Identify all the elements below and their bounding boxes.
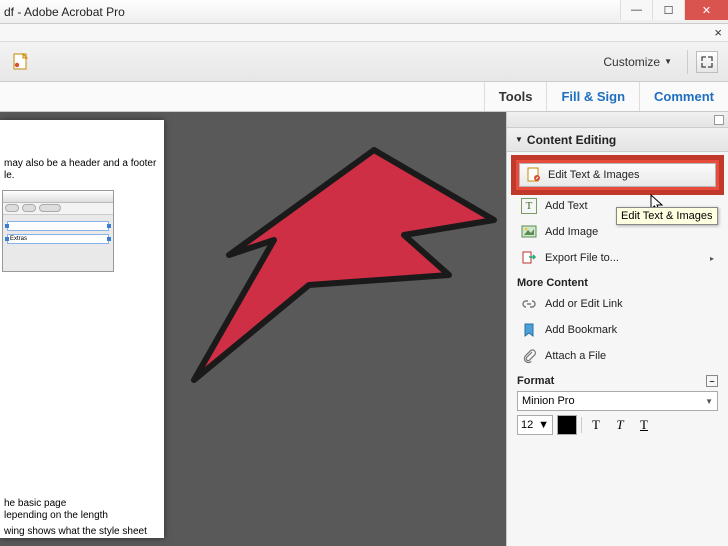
font-format-row: 12 ▼ T T T <box>507 413 728 437</box>
tab-tools-label: Tools <box>499 89 533 104</box>
close-document-icon[interactable]: × <box>714 25 722 40</box>
chevron-down-icon: ▼ <box>664 57 672 66</box>
page-text: may also be a header and a footer le. <box>0 156 160 183</box>
annotation-arrow <box>174 140 514 420</box>
document-page: may also be a header and a footer le. Ex… <box>0 120 164 538</box>
export-icon <box>521 250 537 266</box>
bold-button[interactable]: T <box>586 415 606 435</box>
add-edit-link-option[interactable]: Add or Edit Link <box>507 291 728 317</box>
link-icon <box>521 296 537 312</box>
image-icon <box>521 224 537 240</box>
titlebar: df - Adobe Acrobat Pro — ☐ ✕ <box>0 0 728 24</box>
window-controls: — ☐ ✕ <box>620 0 728 23</box>
collapse-icon[interactable]: – <box>706 375 718 387</box>
highlight-box: Edit Text & Images <box>511 155 724 195</box>
font-size-select[interactable]: 12 ▼ <box>517 415 553 435</box>
italic-button[interactable]: T <box>610 415 630 435</box>
maximize-button[interactable]: ☐ <box>652 0 684 20</box>
document-icon <box>12 53 30 71</box>
text-icon: T <box>521 198 537 214</box>
panel-options-icon[interactable] <box>714 115 724 125</box>
panel-tabs: Tools Fill & Sign Comment <box>0 82 728 112</box>
window-title: df - Adobe Acrobat Pro <box>0 5 620 19</box>
attach-file-label: Attach a File <box>545 350 606 362</box>
font-family-select[interactable]: Minion Pro ▼ <box>517 391 718 411</box>
add-text-label: Add Text <box>545 200 588 212</box>
embedded-window-graphic: Extras <box>2 190 114 272</box>
separator <box>581 417 582 433</box>
more-content-header: More Content <box>507 271 728 291</box>
expand-icon <box>701 56 713 68</box>
page-text: he basic page lepending on the length <box>0 496 112 523</box>
submenu-arrow-icon: ▸ <box>710 254 714 263</box>
add-bookmark-option[interactable]: Add Bookmark <box>507 317 728 343</box>
close-button[interactable]: ✕ <box>684 0 728 20</box>
tab-comment[interactable]: Comment <box>639 82 728 111</box>
page-text: wing shows what the style sheet <box>0 524 151 540</box>
add-edit-link-label: Add or Edit Link <box>545 298 623 310</box>
chevron-down-icon: ▼ <box>705 397 713 406</box>
collapse-triangle-icon: ▼ <box>515 135 523 144</box>
separator <box>687 50 688 74</box>
font-size-value: 12 <box>521 419 533 431</box>
minimize-button[interactable]: — <box>620 0 652 20</box>
customize-menu[interactable]: Customize ▼ <box>596 51 679 73</box>
fullscreen-button[interactable] <box>696 51 718 73</box>
document-tab-bar: × <box>0 24 728 42</box>
font-row: Minion Pro ▼ <box>507 389 728 413</box>
chevron-down-icon: ▼ <box>538 419 549 431</box>
tooltip: Edit Text & Images <box>616 207 718 225</box>
main-toolbar: Customize ▼ <box>0 42 728 82</box>
edit-text-images-button[interactable]: Edit Text & Images <box>519 163 716 187</box>
section-content-editing[interactable]: ▼ Content Editing <box>507 128 728 152</box>
format-header: Format – <box>507 369 728 389</box>
edit-page-icon <box>526 167 542 183</box>
tab-fill-sign[interactable]: Fill & Sign <box>546 82 639 111</box>
edit-text-images-label: Edit Text & Images <box>548 169 640 181</box>
section-title: Content Editing <box>527 133 616 147</box>
bookmark-icon <box>521 322 537 338</box>
add-image-label: Add Image <box>545 226 598 238</box>
tab-fill-sign-label: Fill & Sign <box>561 89 625 104</box>
font-family-value: Minion Pro <box>522 395 575 407</box>
tab-comment-label: Comment <box>654 89 714 104</box>
export-file-label: Export File to... <box>545 252 619 264</box>
underline-button[interactable]: T <box>634 415 654 435</box>
font-color-swatch[interactable] <box>557 415 577 435</box>
add-bookmark-label: Add Bookmark <box>545 324 617 336</box>
tab-tools[interactable]: Tools <box>484 82 547 111</box>
paperclip-icon <box>521 348 537 364</box>
tools-sidebar: ▼ Content Editing Edit Text & Images T A… <box>506 112 728 546</box>
customize-label: Customize <box>603 55 660 69</box>
export-file-option[interactable]: Export File to... ▸ <box>507 245 728 271</box>
sidebar-top-strip <box>507 112 728 128</box>
attach-file-option[interactable]: Attach a File <box>507 343 728 369</box>
